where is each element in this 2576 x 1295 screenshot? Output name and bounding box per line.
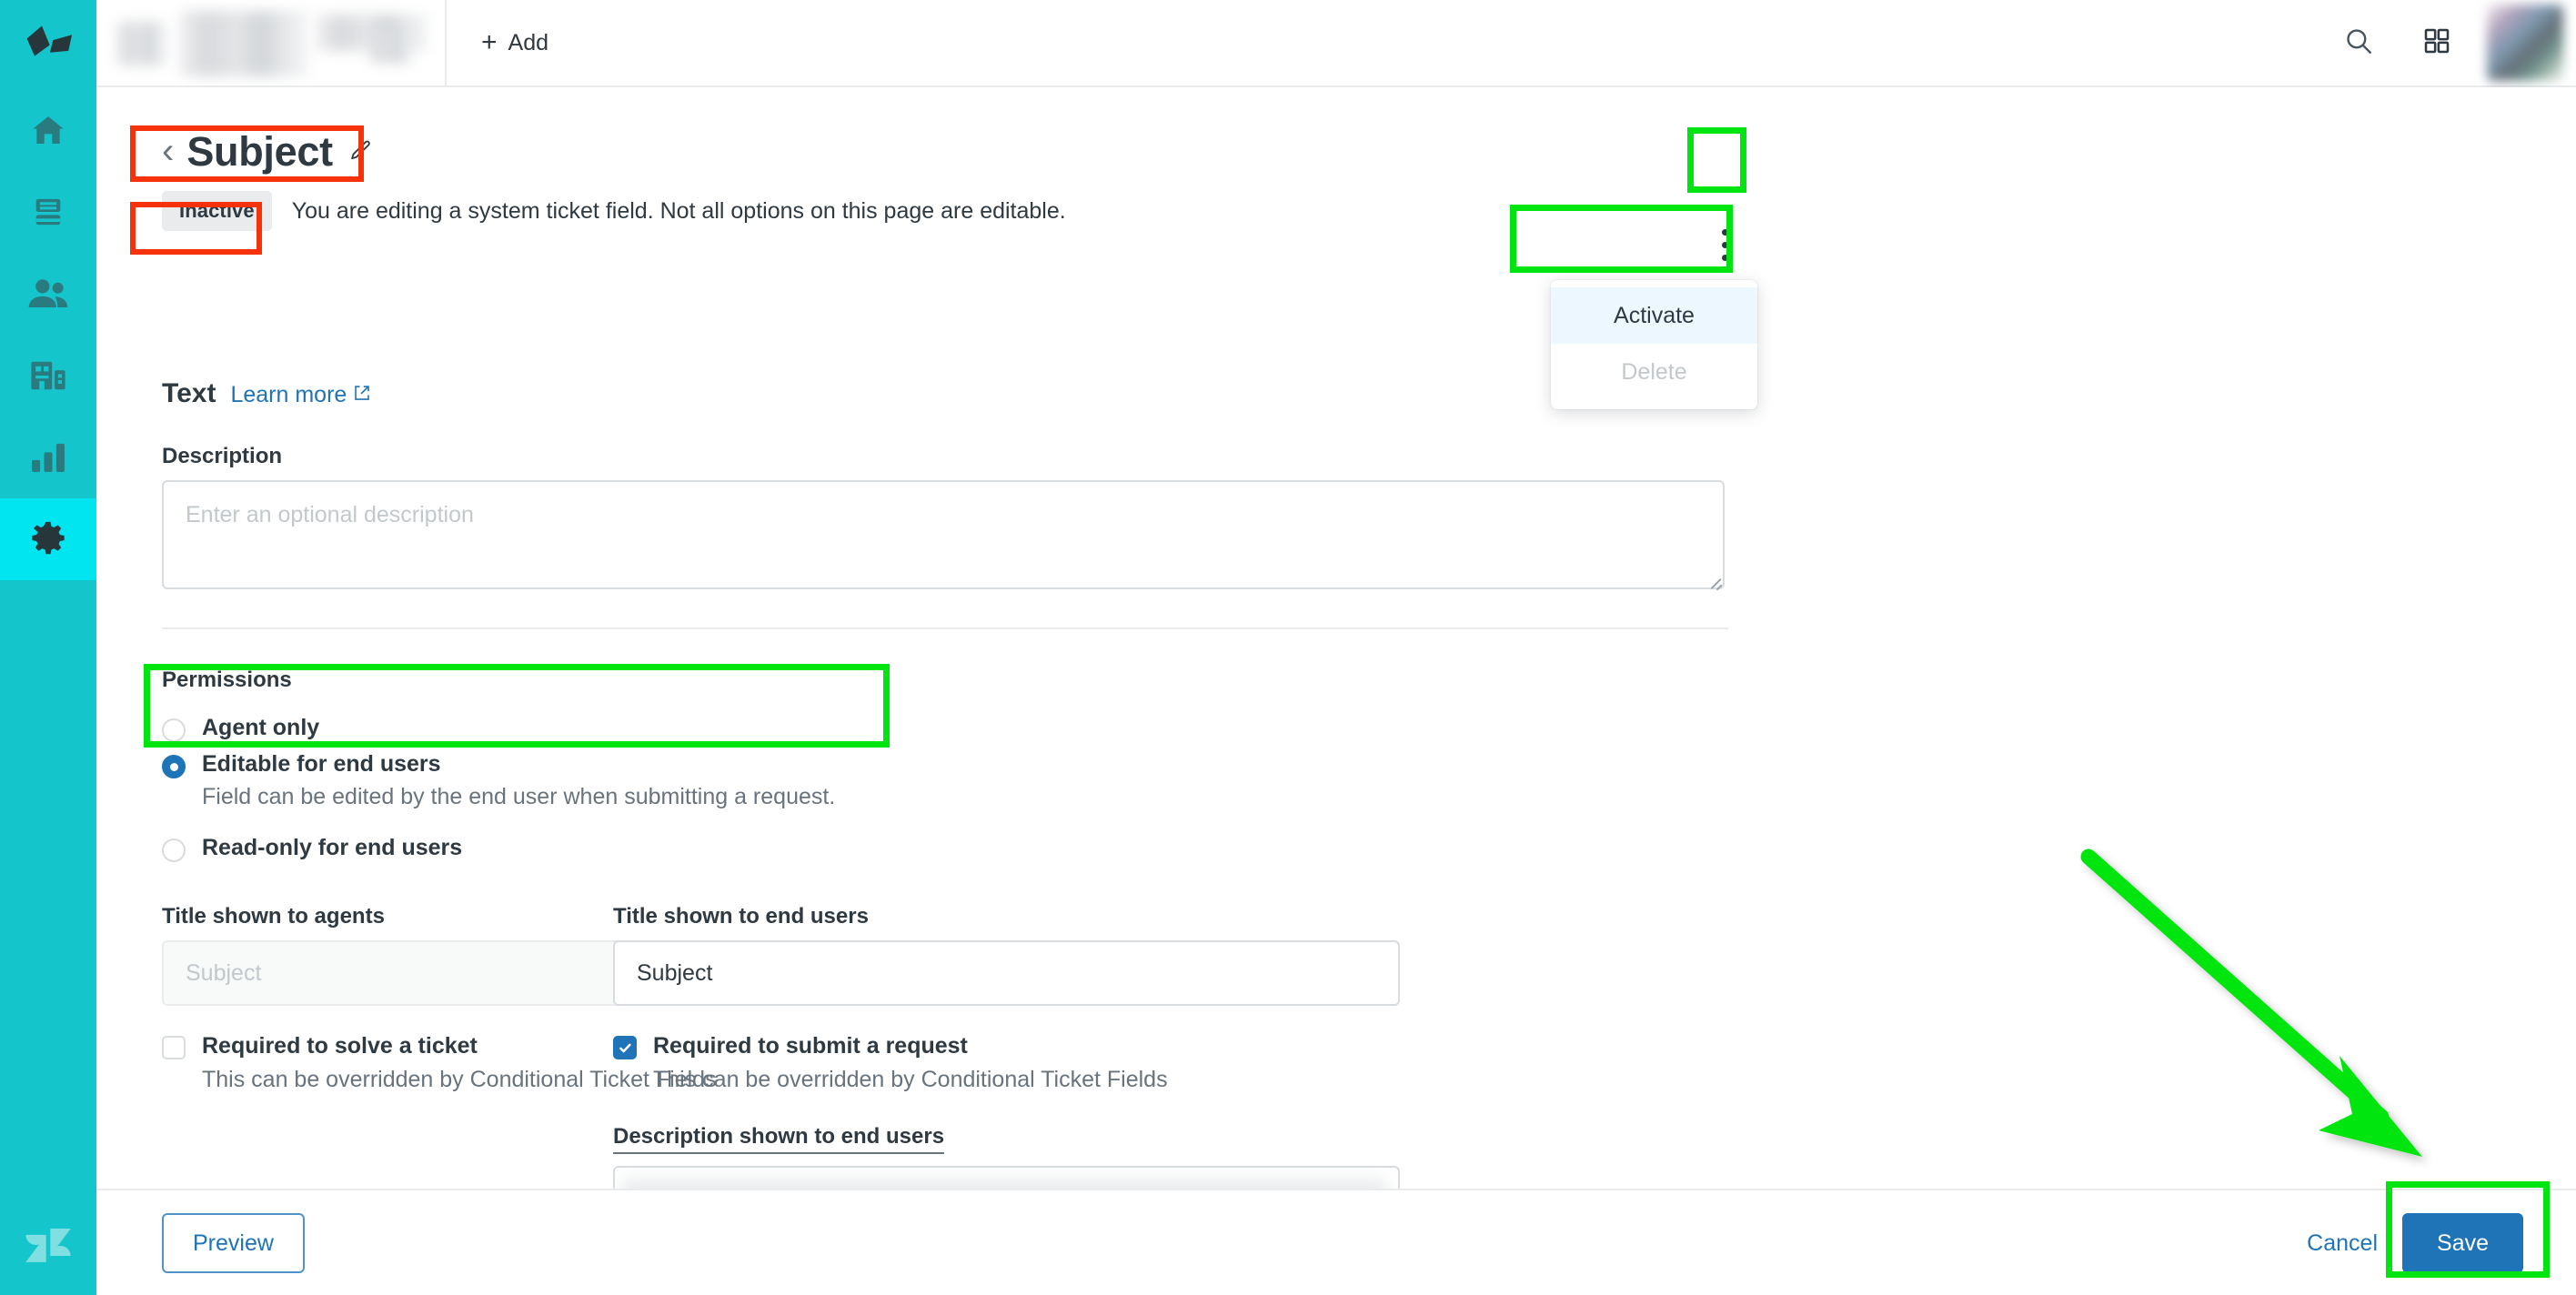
page-header: ‹ Subject [162, 125, 373, 176]
radio-agent-only-control[interactable] [162, 718, 186, 742]
radio-agent-only-label: Agent only [202, 715, 320, 740]
kebab-dropdown-menu: Activate Delete [1551, 280, 1757, 409]
pencil-icon[interactable] [344, 138, 373, 164]
enduser-description-blurred-content [622, 1177, 1386, 1189]
home-icon [28, 112, 68, 148]
search-icon [2343, 25, 2374, 61]
active-tab-blurred[interactable] [96, 0, 447, 85]
radio-read-only-for-end-users-label: Read-only for end users [202, 835, 463, 860]
app-root: + Add ‹ Subject Inactive You are editing… [0, 0, 2576, 1295]
learn-more-link[interactable]: Learn more [230, 382, 371, 408]
main-content: ‹ Subject Inactive You are editing a sys… [96, 87, 2576, 1189]
field-type-row: Text Learn more [162, 378, 371, 409]
form-footer: Preview Cancel Save [96, 1189, 2576, 1295]
sidebar-item-reporting[interactable] [0, 417, 96, 498]
radio-editable-for-end-users-label: Editable for end users [202, 751, 441, 777]
gear-icon [28, 519, 68, 559]
page-title: Subject [186, 127, 333, 175]
permissions-label: Permissions [162, 668, 292, 692]
radio-read-only-for-end-users-control[interactable] [162, 838, 186, 862]
chart-bar-icon [29, 442, 67, 473]
learn-more-label: Learn more [230, 382, 347, 407]
sidebar-item-admin[interactable] [0, 498, 96, 580]
menu-item-activate[interactable]: Activate [1551, 287, 1757, 344]
section-divider [162, 627, 1728, 629]
top-bar: + Add [96, 0, 2576, 87]
organizations-icon [28, 358, 68, 393]
preview-button[interactable]: Preview [162, 1213, 305, 1273]
tab-strip: + Add [96, 0, 585, 85]
search-button[interactable] [2319, 0, 2398, 85]
external-link-icon [353, 382, 371, 408]
checkbox-required-to-submit-label: Required to submit a request [653, 1033, 968, 1059]
save-button[interactable]: Save [2402, 1213, 2523, 1273]
zendesk-logo [0, 1195, 96, 1295]
sidebar-item-customers[interactable] [0, 253, 96, 335]
enduser-description-input[interactable] [613, 1166, 1400, 1189]
kebab-menu-button[interactable] [1699, 216, 1750, 273]
status-badge: Inactive [162, 191, 272, 231]
description-input[interactable] [162, 480, 1725, 589]
radio-editable-for-end-users-description: Field can be edited by the end user when… [202, 784, 836, 809]
sidebar-item-views[interactable] [0, 171, 96, 253]
sidebar-item-organizations[interactable] [0, 335, 96, 417]
agent-title-label: Title shown to agents [162, 904, 385, 929]
add-tab-button[interactable]: + Add [447, 0, 585, 85]
checkbox-required-to-submit-description: This can be overridden by Conditional Ti… [653, 1067, 1168, 1092]
cancel-button[interactable]: Cancel [2301, 1213, 2383, 1273]
apps-grid-icon [2422, 26, 2451, 60]
views-icon [29, 194, 67, 230]
enduser-description-label: Description shown to end users [613, 1124, 945, 1154]
radio-editable-for-end-users-control[interactable] [162, 755, 186, 778]
status-row: Inactive You are editing a system ticket… [162, 189, 1066, 233]
radio-read-only-for-end-users[interactable]: Read-only for end users [162, 835, 462, 862]
apps-button[interactable] [2398, 0, 2476, 85]
radio-editable-for-end-users[interactable]: Editable for end users Field can be edit… [162, 751, 835, 810]
top-bar-right [2319, 0, 2576, 85]
enduser-title-label: Title shown to end users [613, 904, 869, 929]
zendesk-products-logo[interactable] [0, 0, 96, 89]
avatar[interactable] [2487, 5, 2563, 81]
checkbox-required-to-submit[interactable]: Required to submit a request This can be… [613, 1033, 1168, 1093]
field-type-label: Text [162, 378, 216, 408]
sidebar-item-home[interactable] [0, 89, 96, 171]
customers-icon [27, 276, 69, 311]
status-message: You are editing a system ticket field. N… [291, 197, 1066, 224]
checkbox-required-to-submit-control[interactable] [613, 1036, 637, 1059]
add-tab-label: Add [508, 29, 549, 55]
kebab-menu-icon [1721, 228, 1728, 236]
description-label: Description [162, 444, 283, 468]
menu-item-delete: Delete [1621, 358, 1687, 385]
radio-agent-only[interactable]: Agent only [162, 715, 319, 742]
enduser-title-input[interactable] [613, 940, 1400, 1006]
plus-icon: + [481, 27, 498, 57]
title-row: ‹ Subject [162, 125, 373, 176]
left-sidebar [0, 0, 96, 1295]
back-chevron-icon[interactable]: ‹ [162, 133, 176, 169]
checkbox-required-to-solve-control[interactable] [162, 1036, 186, 1059]
